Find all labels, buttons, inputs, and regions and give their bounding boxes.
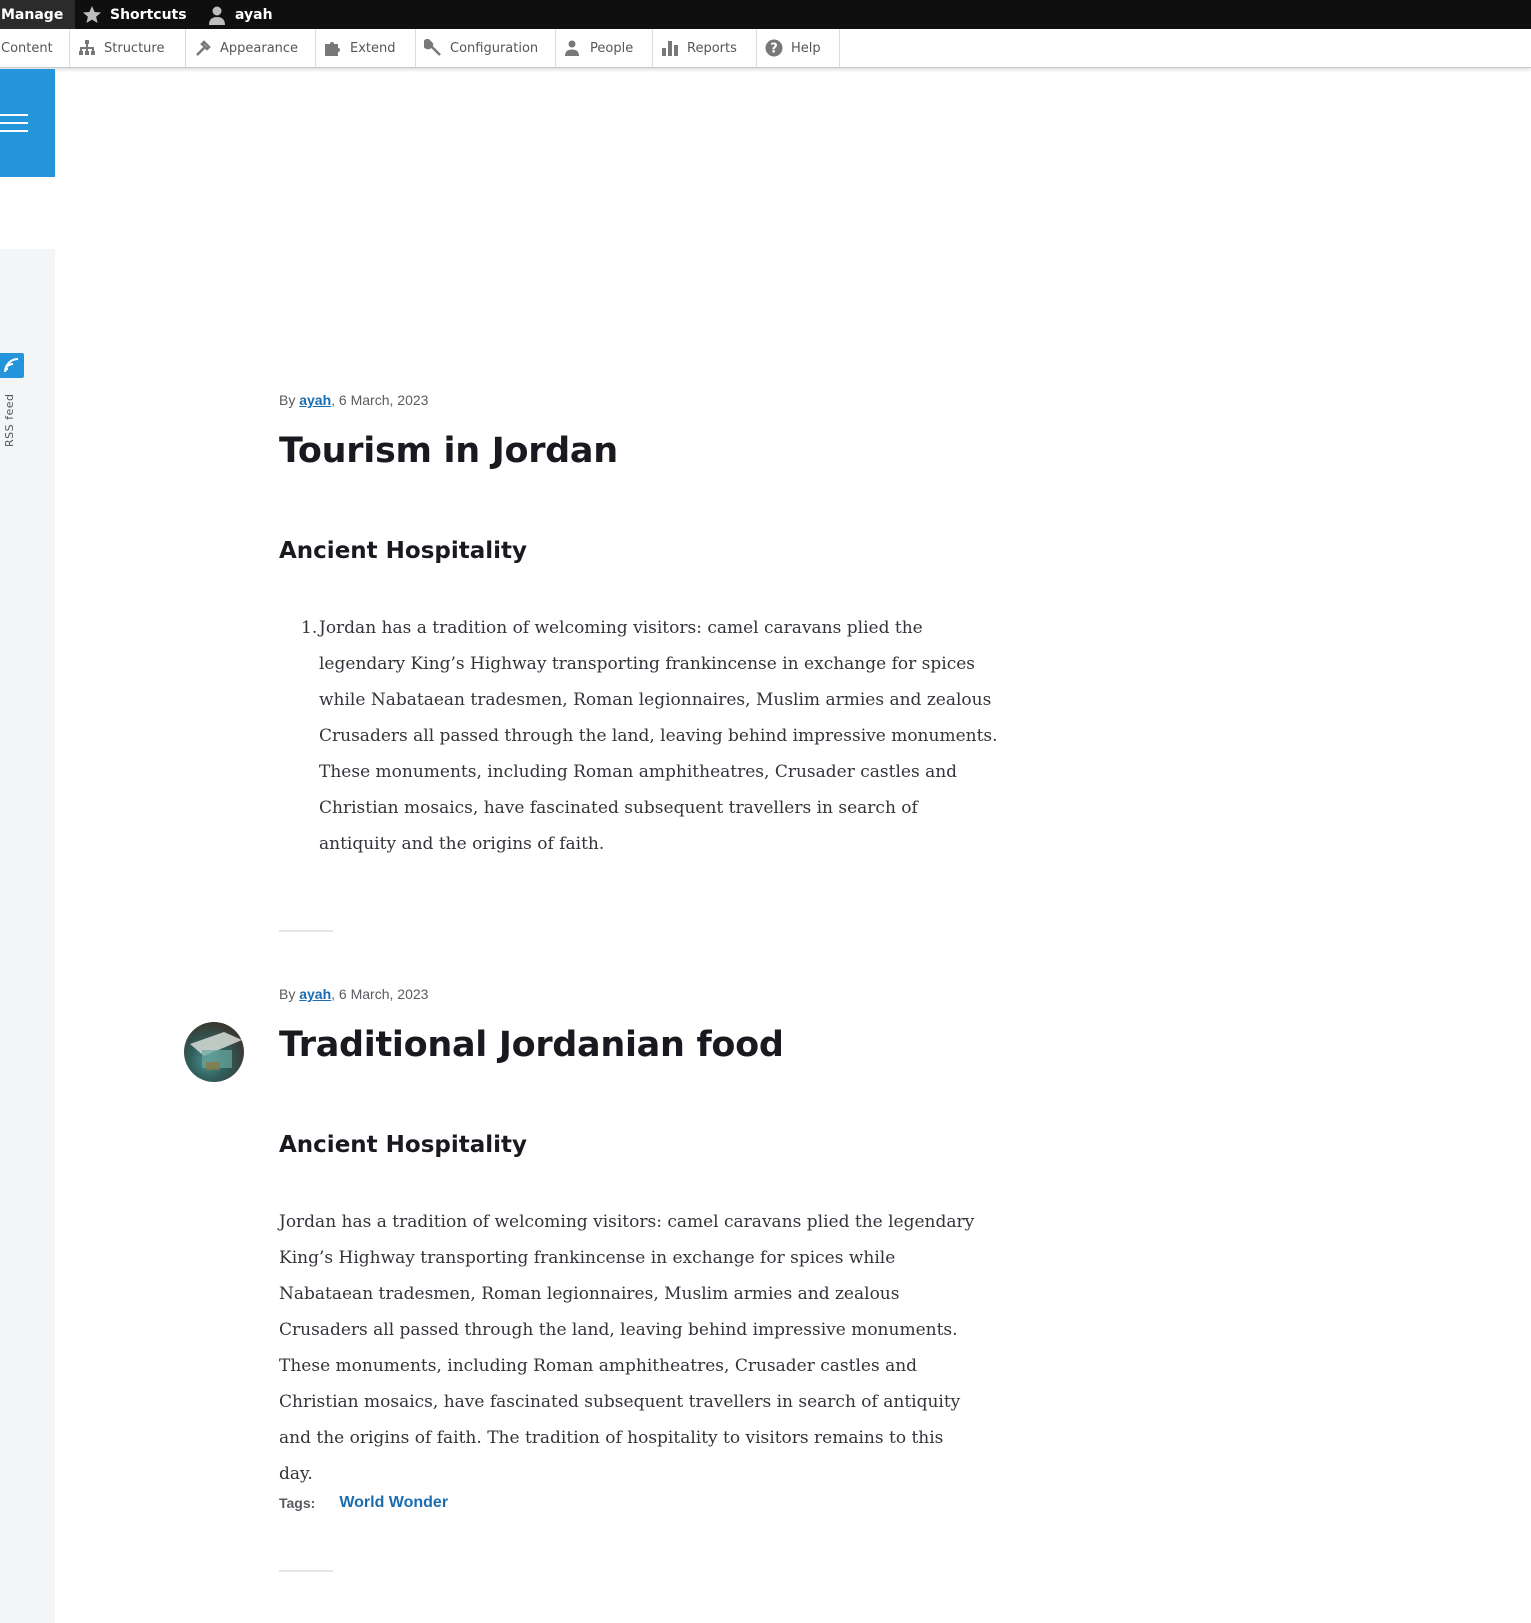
article-date: , 6 March, 2023 bbox=[331, 986, 429, 1002]
hamburger-menu-button[interactable] bbox=[0, 69, 55, 177]
tray-item-label: Extend bbox=[350, 40, 396, 56]
tray-item-extend[interactable]: Extend bbox=[316, 29, 416, 67]
svg-text:?: ? bbox=[770, 42, 778, 57]
admin-toolbar: Manage Shortcuts ayah bbox=[0, 0, 1531, 29]
rss-feed-link[interactable]: RSS feed bbox=[3, 394, 16, 448]
help-icon: ? bbox=[765, 39, 783, 57]
author-avatar bbox=[184, 1022, 244, 1082]
manage-button[interactable]: Manage bbox=[0, 0, 75, 29]
shortcuts-label: Shortcuts bbox=[110, 6, 187, 23]
wrench-icon bbox=[424, 39, 441, 56]
article-title[interactable]: Traditional Jordanian food bbox=[279, 1025, 784, 1065]
article-divider bbox=[279, 1570, 333, 1572]
author-link[interactable]: ayah bbox=[299, 392, 331, 408]
tray-item-label: Appearance bbox=[220, 40, 299, 56]
manage-label: Manage bbox=[1, 6, 64, 23]
star-icon bbox=[83, 5, 101, 23]
tray-item-structure[interactable]: Structure bbox=[70, 29, 186, 67]
tray-item-help[interactable]: ? Help bbox=[757, 29, 840, 67]
user-icon bbox=[209, 6, 225, 25]
tray-item-label: Help bbox=[791, 40, 821, 56]
rss-icon bbox=[4, 358, 19, 373]
sidebar-strip bbox=[0, 249, 55, 1623]
article-ordered-list: 1. Jordan has a tradition of welcoming v… bbox=[279, 610, 999, 862]
user-button[interactable]: ayah bbox=[207, 0, 273, 29]
hamburger-icon-bar bbox=[0, 130, 28, 132]
byline-prefix: By bbox=[279, 986, 300, 1002]
tray-item-reports[interactable]: Reports bbox=[653, 29, 757, 67]
people-icon bbox=[565, 40, 579, 56]
puzzle-icon bbox=[325, 42, 340, 56]
list-item: Jordan has a tradition of welcoming visi… bbox=[319, 618, 998, 854]
avatar-image bbox=[190, 1032, 242, 1070]
tray-item-label: People bbox=[590, 40, 634, 56]
tray-item-label: Structure bbox=[104, 40, 165, 56]
author-link[interactable]: ayah bbox=[299, 986, 331, 1002]
user-label: ayah bbox=[235, 6, 273, 23]
rss-feed-icon[interactable] bbox=[0, 353, 24, 378]
tray-item-configuration[interactable]: Configuration bbox=[416, 29, 556, 67]
article-meta: By ayah, 6 March, 2023 bbox=[279, 986, 428, 1002]
tags-label: Tags: bbox=[279, 1495, 316, 1511]
article-divider bbox=[279, 930, 333, 932]
list-number: 1. bbox=[301, 618, 318, 638]
shortcuts-button[interactable]: Shortcuts bbox=[82, 0, 187, 29]
article-title[interactable]: Tourism in Jordan bbox=[279, 431, 618, 471]
byline-prefix: By bbox=[279, 392, 300, 408]
tray-item-appearance[interactable]: Appearance bbox=[186, 29, 316, 67]
admin-tray: Content Structure Appearance Extend Conf… bbox=[0, 29, 1531, 68]
article-tags: Tags: World Wonder bbox=[279, 1494, 448, 1512]
article-subheading: Ancient Hospitality bbox=[279, 1132, 528, 1158]
structure-icon bbox=[79, 40, 95, 55]
tray-item-content[interactable]: Content bbox=[0, 29, 70, 67]
bar-chart-icon bbox=[662, 41, 678, 56]
article-date: , 6 March, 2023 bbox=[331, 392, 429, 408]
article-meta: By ayah, 6 March, 2023 bbox=[279, 392, 428, 408]
article-body: Jordan has a tradition of welcoming visi… bbox=[279, 1212, 975, 1484]
hamburger-icon-bar bbox=[0, 122, 28, 124]
hamburger-icon bbox=[0, 114, 28, 116]
tag-link[interactable]: World Wonder bbox=[339, 1494, 448, 1512]
article-subheading: Ancient Hospitality bbox=[279, 538, 528, 564]
appearance-icon bbox=[196, 40, 211, 56]
tray-item-people[interactable]: People bbox=[556, 29, 653, 67]
tray-item-label: Configuration bbox=[450, 40, 539, 56]
tray-item-label: Reports bbox=[687, 40, 737, 56]
tray-item-label: Content bbox=[1, 40, 53, 56]
